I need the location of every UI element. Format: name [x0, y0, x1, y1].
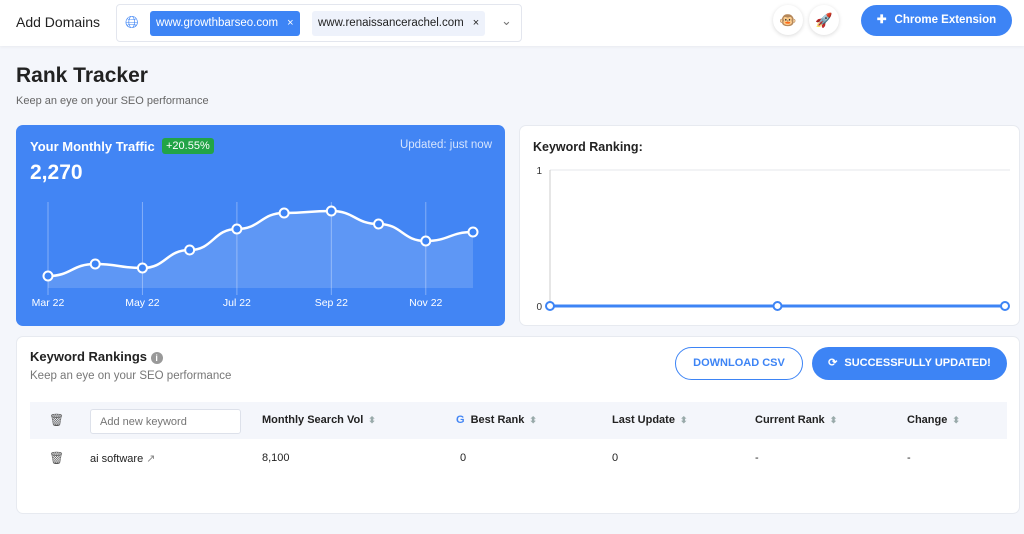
data-point: [545, 301, 555, 311]
sort-icon: ⬍: [368, 415, 376, 425]
download-csv-button[interactable]: DOWNLOAD CSV: [675, 347, 803, 380]
column-label: Current Rank: [755, 414, 825, 426]
refresh-icon: ⟳: [828, 357, 838, 369]
trash-icon[interactable]: 🗑︎: [49, 451, 64, 465]
column-best-rank[interactable]: G Best Rank ⬍: [456, 414, 537, 426]
rankings-title: Keyword Rankings i: [30, 349, 163, 364]
last-update-cell: 0: [612, 452, 619, 464]
column-last-update[interactable]: Last Update ⬍: [612, 414, 688, 426]
sort-icon: ⬍: [529, 415, 537, 425]
column-label: Change: [907, 414, 948, 426]
refresh-button[interactable]: ⟳ SUCCESSFULLY UPDATED!: [812, 347, 1007, 380]
sort-icon: ⬍: [679, 415, 688, 425]
column-label: Monthly Search Vol: [262, 414, 364, 426]
y-tick-label: 1: [536, 166, 542, 177]
change-cell: -: [907, 452, 911, 464]
trash-icon[interactable]: 🗑︎: [49, 413, 64, 427]
google-icon: G: [456, 414, 465, 426]
sort-icon: ⬍: [829, 415, 838, 425]
column-label: Last Update: [612, 414, 675, 426]
rankings-title-text: Keyword Rankings: [30, 349, 148, 364]
y-tick-label: 0: [536, 302, 542, 313]
info-icon[interactable]: i: [150, 352, 163, 364]
data-point: [1000, 301, 1010, 311]
column-monthly-search-vol[interactable]: Monthly Search Vol ⬍: [262, 414, 376, 426]
rankings-subtitle: Keep an eye on your SEO performance: [30, 370, 232, 382]
keyword-text: ai software: [90, 453, 144, 465]
keyword-cell: ai software ↗: [90, 452, 155, 465]
add-keyword-input[interactable]: [90, 409, 241, 434]
best-rank-cell: 0: [460, 452, 467, 464]
column-label: Best Rank: [470, 414, 525, 426]
refresh-label: SUCCESSFULLY UPDATED!: [844, 357, 991, 369]
data-point: [772, 301, 783, 311]
external-link-icon[interactable]: ↗: [146, 453, 155, 465]
sort-icon: ⬍: [952, 415, 960, 425]
current-rank-cell: -: [755, 452, 759, 464]
column-change[interactable]: Change ⬍: [907, 414, 960, 426]
volume-cell: 8,100: [262, 452, 290, 464]
column-current-rank[interactable]: Current Rank ⬍: [755, 414, 837, 426]
